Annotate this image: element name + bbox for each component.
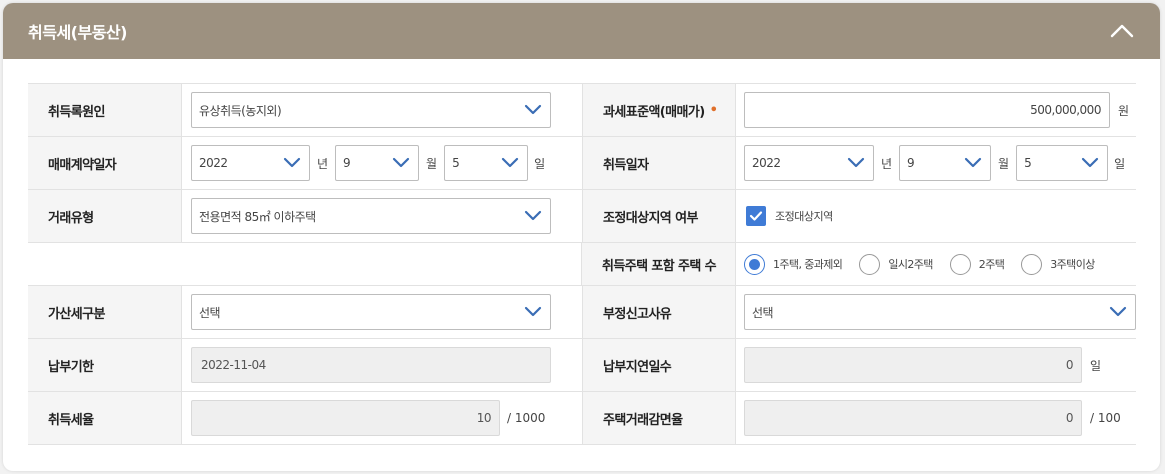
adjusted-area-label: 조정대상지역 여부 bbox=[582, 190, 736, 242]
unfair-reason-value: 선택 bbox=[752, 305, 774, 320]
tax-base-unit: 원 bbox=[1117, 103, 1129, 118]
required-mark: • bbox=[709, 102, 718, 118]
contract-date-label: 매매계약일자 bbox=[28, 137, 182, 189]
acq-month-value: 9 bbox=[907, 156, 915, 170]
contract-day-unit: 일 bbox=[534, 156, 546, 171]
chevron-down-icon bbox=[1109, 306, 1127, 318]
radio-label: 3주택이상 bbox=[1050, 258, 1095, 271]
form-row: 취득주택 포함 주택 수 1주택, 중과제외 일시2주택 2주택 3주택이상 bbox=[28, 243, 1136, 286]
trade-type-value: 전용면적 85㎡ 이하주택 bbox=[199, 209, 316, 224]
surcharge-select[interactable]: 선택 bbox=[191, 294, 551, 330]
contract-year-unit: 년 bbox=[317, 156, 329, 171]
acq-year-unit: 년 bbox=[881, 156, 893, 171]
trade-type-label: 거래유형 bbox=[28, 190, 182, 242]
acq-year-value: 2022 bbox=[752, 156, 781, 170]
acq-day-select[interactable]: 5 bbox=[1016, 145, 1109, 181]
due-date-input: 2022-11-04 bbox=[191, 347, 551, 383]
panel-title: 취득세(부동산) bbox=[28, 23, 127, 42]
checkmark-icon bbox=[749, 211, 763, 221]
form-row: 거래유형 전용면적 85㎡ 이하주택 조정대상지역 여부 조정대상지역 bbox=[28, 190, 1136, 243]
acq-date-label: 취득일자 bbox=[582, 137, 736, 189]
reduction-rate-input: 0 bbox=[744, 400, 1082, 436]
delay-days-unit: 일 bbox=[1090, 358, 1102, 373]
tax-rate-unit: / 1000 bbox=[507, 411, 546, 425]
trade-type-select[interactable]: 전용면적 85㎡ 이하주택 bbox=[191, 198, 551, 234]
tax-base-label: 과세표준액(매매가) bbox=[603, 104, 705, 120]
contract-day-select[interactable]: 5 bbox=[444, 145, 529, 181]
radio-label: 1주택, 중과제외 bbox=[773, 258, 843, 271]
form-row: 가산세구분 선택 부정신고사유 선택 bbox=[28, 286, 1136, 339]
chevron-up-icon bbox=[1110, 24, 1134, 38]
form-row: 취득세율 10 / 1000 주택거래감면율 0 / 100 bbox=[28, 392, 1136, 445]
contract-month-unit: 월 bbox=[426, 156, 438, 171]
tax-base-input[interactable]: 500,000,000 bbox=[744, 92, 1110, 128]
tax-rate-input: 10 bbox=[191, 400, 500, 436]
form-row: 매매계약일자 2022 년 9 월 5 일 취득일자 2022 년 9 월 5 … bbox=[28, 137, 1136, 190]
acq-day-unit: 일 bbox=[1114, 156, 1126, 171]
radio-option[interactable]: 1주택, 중과제외 bbox=[744, 253, 843, 275]
chevron-down-icon bbox=[392, 157, 410, 169]
chevron-down-icon bbox=[964, 157, 982, 169]
due-date-label: 납부기한 bbox=[28, 339, 182, 391]
acq-year-select[interactable]: 2022 bbox=[744, 145, 874, 181]
radio-button[interactable] bbox=[1021, 253, 1043, 275]
radio-button[interactable] bbox=[859, 253, 881, 275]
tax-rate-label: 취득세율 bbox=[28, 392, 182, 444]
acq-day-value: 5 bbox=[1024, 156, 1032, 170]
house-count-label: 취득주택 포함 주택 수 bbox=[582, 243, 736, 285]
due-date-value: 2022-11-04 bbox=[201, 358, 266, 372]
chevron-down-icon bbox=[524, 210, 542, 222]
surcharge-value: 선택 bbox=[199, 305, 221, 320]
contract-year-value: 2022 bbox=[199, 156, 228, 170]
cause-label: 취득록원인 bbox=[28, 84, 182, 136]
contract-month-value: 9 bbox=[343, 156, 351, 170]
radio-label: 2주택 bbox=[978, 258, 1005, 271]
contract-year-select[interactable]: 2022 bbox=[191, 145, 310, 181]
acq-month-unit: 월 bbox=[998, 156, 1010, 171]
radio-option[interactable]: 일시2주택 bbox=[859, 253, 933, 275]
radio-button[interactable] bbox=[949, 253, 971, 275]
delay-days-input: 0 bbox=[744, 347, 1082, 383]
surcharge-label: 가산세구분 bbox=[28, 286, 182, 338]
contract-day-value: 5 bbox=[452, 156, 460, 170]
tax-base-value: 500,000,000 bbox=[1030, 103, 1101, 117]
house-count-radio-group: 1주택, 중과제외 일시2주택 2주택 3주택이상 bbox=[736, 243, 1136, 285]
tax-form: 취득록원인 유상취득(농지외) 과세표준액(매매가) • 500,000,000… bbox=[28, 83, 1136, 445]
chevron-down-icon bbox=[524, 104, 542, 116]
chevron-down-icon bbox=[501, 157, 519, 169]
chevron-down-icon bbox=[1081, 157, 1099, 169]
adjusted-area-checkbox[interactable] bbox=[746, 206, 766, 226]
radio-label: 일시2주택 bbox=[888, 258, 933, 271]
radio-button-selected[interactable] bbox=[744, 253, 765, 275]
reduction-rate-unit: / 100 bbox=[1090, 411, 1121, 425]
contract-month-select[interactable]: 9 bbox=[335, 145, 420, 181]
delay-days-value: 0 bbox=[1065, 358, 1074, 372]
cause-select-value: 유상취득(농지외) bbox=[199, 103, 282, 118]
acq-month-select[interactable]: 9 bbox=[899, 145, 992, 181]
panel-header: 취득세(부동산) bbox=[3, 3, 1160, 59]
radio-option[interactable]: 3주택이상 bbox=[1021, 253, 1095, 275]
form-row: 취득록원인 유상취득(농지외) 과세표준액(매매가) • 500,000,000… bbox=[28, 84, 1136, 137]
form-row: 납부기한 2022-11-04 납부지연일수 0 일 bbox=[28, 339, 1136, 392]
acquisition-tax-panel: 취득세(부동산) 취득록원인 유상취득(농지외) 과세표준액(매매가) • 50… bbox=[3, 3, 1160, 471]
tax-rate-value: 10 bbox=[476, 411, 492, 425]
chevron-down-icon bbox=[524, 306, 542, 318]
radio-option[interactable]: 2주택 bbox=[949, 253, 1005, 275]
adjusted-area-checkbox-label: 조정대상지역 bbox=[775, 210, 833, 223]
unfair-reason-label: 부정신고사유 bbox=[582, 286, 736, 338]
reduction-rate-value: 0 bbox=[1065, 411, 1074, 425]
cause-select[interactable]: 유상취득(농지외) bbox=[191, 92, 551, 128]
chevron-down-icon bbox=[283, 157, 301, 169]
collapse-button[interactable] bbox=[1108, 17, 1136, 45]
chevron-down-icon bbox=[847, 157, 865, 169]
delay-days-label: 납부지연일수 bbox=[582, 339, 736, 391]
unfair-reason-select[interactable]: 선택 bbox=[744, 294, 1136, 330]
reduction-rate-label: 주택거래감면율 bbox=[582, 392, 736, 444]
